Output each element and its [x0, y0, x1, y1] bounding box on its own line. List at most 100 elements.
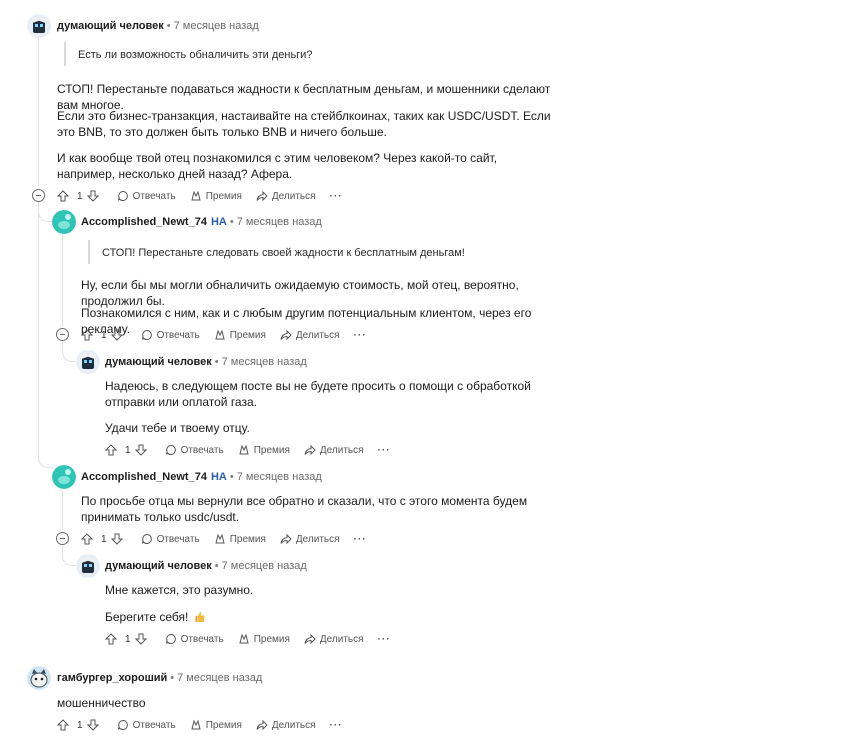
timestamp[interactable]: 7 месяцев назад [222, 560, 307, 572]
comment-meta: думающий человек • 7 месяцев назад [105, 356, 307, 368]
comment-paragraph-with-emoji: Берегите себя! [105, 609, 565, 625]
timestamp[interactable]: 7 месяцев назад [237, 216, 322, 228]
share-button[interactable]: Делиться [256, 719, 316, 731]
share-button[interactable]: Делиться [256, 190, 316, 202]
comment-paragraph: Берегите себя! [105, 610, 189, 624]
meta-separator: • [166, 20, 171, 32]
thread-line [38, 38, 39, 186]
op-badge: НА [210, 471, 227, 483]
more-options-button[interactable]: ··· [378, 445, 391, 456]
action-bar: 1 Отвечать Премия Делиться ··· [81, 326, 381, 344]
avatar[interactable] [27, 14, 51, 38]
share-button[interactable]: Делиться [304, 444, 364, 456]
more-icon: ··· [377, 633, 391, 645]
action-bar: 1 Отвечать Премия Делиться ··· [105, 630, 405, 648]
vote-count: 1 [77, 190, 83, 202]
share-label: Делиться [319, 633, 364, 645]
avatar[interactable] [76, 350, 100, 374]
thread-line [62, 490, 63, 530]
reply-button[interactable]: Отвечать [141, 533, 200, 545]
collapse-icon[interactable] [56, 532, 69, 545]
avatar[interactable] [52, 465, 76, 489]
vote-count: 1 [125, 633, 131, 645]
share-icon [304, 444, 316, 456]
timestamp[interactable]: 7 месяцев назад [174, 20, 259, 32]
timestamp[interactable]: 7 месяцев назад [177, 672, 262, 684]
upvote-icon[interactable] [105, 633, 117, 645]
vote-count: 1 [101, 533, 107, 545]
comment-paragraph: Удачи тебе и твоему отцу. [105, 421, 250, 435]
avatar[interactable] [52, 210, 76, 234]
upvote-icon[interactable] [81, 533, 93, 545]
reply-button[interactable]: Отвечать [141, 329, 200, 341]
author-name[interactable]: гамбургер_хороший [57, 672, 167, 684]
downvote-icon[interactable] [86, 719, 99, 731]
robot-avatar-icon [27, 14, 51, 38]
award-button[interactable]: Премия [190, 719, 242, 731]
thread-line [62, 234, 63, 326]
author-name[interactable]: думающий человек [105, 560, 212, 572]
share-button[interactable]: Делиться [304, 633, 364, 645]
downvote-icon[interactable] [86, 190, 99, 202]
collapse-icon[interactable] [56, 328, 69, 341]
share-button[interactable]: Делиться [280, 329, 340, 341]
comment-paragraph: Если это бизнес-транзакция, настаивайте … [57, 109, 551, 139]
share-icon [280, 533, 292, 545]
comment-meta: Accomplished_Newt_74 НА • 7 месяцев наза… [81, 216, 322, 228]
downvote-icon[interactable] [110, 533, 123, 545]
award-label: Премия [205, 190, 242, 202]
thread-connector [38, 202, 52, 222]
downvote-icon[interactable] [134, 444, 147, 456]
thread-line [38, 202, 39, 447]
timestamp[interactable]: 7 месяцев назад [237, 471, 322, 483]
vote-group: 1 [105, 633, 151, 645]
vote-count: 1 [101, 329, 107, 341]
downvote-icon[interactable] [110, 329, 123, 341]
author-name[interactable]: думающий человек [105, 356, 212, 368]
more-options-button[interactable]: ··· [354, 534, 367, 545]
thread-connector [38, 440, 52, 468]
downvote-icon[interactable] [134, 633, 147, 645]
thumbs-up-emoji-icon [195, 612, 205, 622]
reply-button[interactable]: Отвечать [117, 190, 176, 202]
share-button[interactable]: Делиться [280, 533, 340, 545]
author-name[interactable]: Accomplished_Newt_74 [81, 216, 207, 228]
author-name[interactable]: думающий человек [57, 20, 164, 32]
award-icon [191, 719, 201, 730]
comment-icon [141, 329, 152, 340]
timestamp[interactable]: 7 месяцев назад [222, 356, 307, 368]
more-options-button[interactable]: ··· [354, 330, 367, 341]
meta-separator: • [214, 356, 219, 368]
collapse-icon[interactable] [32, 189, 45, 202]
upvote-icon[interactable] [81, 329, 93, 341]
avatar[interactable] [27, 666, 51, 690]
avatar[interactable] [76, 554, 100, 578]
award-button[interactable]: Премия [214, 329, 266, 341]
upvote-icon[interactable] [57, 190, 69, 202]
award-button[interactable]: Премия [190, 190, 242, 202]
reply-label: Отвечать [156, 329, 200, 341]
cat-avatar-icon [27, 666, 51, 690]
comment-meta: Accomplished_Newt_74 НА • 7 месяцев наза… [81, 471, 322, 483]
award-icon [215, 533, 225, 544]
award-label: Премия [205, 719, 242, 731]
upvote-icon[interactable] [57, 719, 69, 731]
more-options-button[interactable]: ··· [378, 634, 391, 645]
comment-icon [165, 444, 176, 455]
comment-paragraph: И как вообще твой отец познакомился с эт… [57, 151, 498, 181]
award-button[interactable]: Премия [238, 633, 290, 645]
comment-icon [117, 719, 128, 730]
award-button[interactable]: Премия [214, 533, 266, 545]
more-options-button[interactable]: ··· [330, 720, 343, 731]
snoo-avatar-icon [52, 210, 76, 234]
share-label: Делиться [295, 329, 340, 341]
reply-button[interactable]: Отвечать [165, 633, 224, 645]
reply-button[interactable]: Отвечать [165, 444, 224, 456]
award-button[interactable]: Премия [238, 444, 290, 456]
reply-button[interactable]: Отвечать [117, 719, 176, 731]
author-name[interactable]: Accomplished_Newt_74 [81, 471, 207, 483]
more-icon: ··· [329, 719, 343, 731]
more-options-button[interactable]: ··· [330, 191, 343, 202]
reply-label: Отвечать [180, 444, 224, 456]
upvote-icon[interactable] [105, 444, 117, 456]
